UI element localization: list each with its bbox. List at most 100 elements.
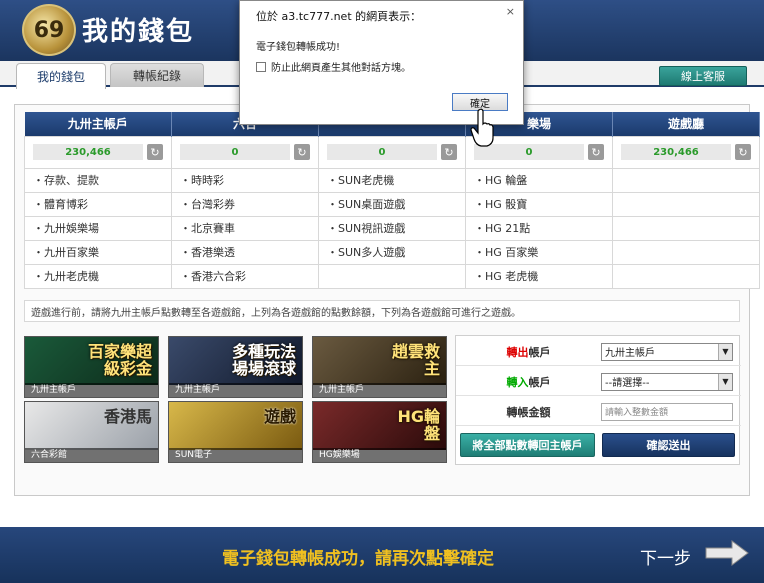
from-account-label: 轉出帳戶 [456,344,601,360]
account-header: 九卅主帳戶 [24,112,172,136]
amount-row: 轉帳金額 請輸入整數金額 [456,398,741,426]
refresh-icon[interactable]: ↻ [735,144,751,160]
table-row: ・體育博彩 ・台灣彩券 ・SUN桌面遊戲 ・HG 骰寶 [24,191,760,217]
accounts-table: 九卅主帳戶 六合 樂場 遊戲廳 230,466↻ 0↻ 0↻ 0↻ 230,46… [24,112,760,289]
balance-value: 0 [180,144,290,160]
game-tile-zhaoyun[interactable]: 趙雲救主 九卅主帳戶 [312,336,447,398]
game-tile-label: 九卅主帳戶 [169,383,302,397]
game-item: ・香港六合彩 [171,263,319,289]
game-item: ・HG 老虎機 [465,263,613,289]
game-item: ・存款、提款 [24,167,172,193]
table-row: ・九卅娛樂場 ・北京賽車 ・SUN視訊遊戲 ・HG 21點 [24,215,760,241]
account-header: 遊戲廳 [612,112,760,136]
balance-cell: 230,466 ↻ [612,135,760,169]
dropdown-arrow-icon: ▼ [718,343,732,360]
balance-cell: 0 ↻ [171,135,319,169]
balance-cell: 230,466 ↻ [24,135,172,169]
game-tile-label: HG娛樂場 [313,448,446,462]
footer-bar: 電子錢包轉帳成功，請再次點擊確定 下一步 [0,527,764,583]
table-row: ・九卅百家樂 ・香港樂透 ・SUN多人遊戲 ・HG 百家樂 [24,239,760,265]
table-row: ・存款、提款 ・時時彩 ・SUN老虎機 ・HG 輪盤 [24,167,760,193]
transfer-all-to-main-button[interactable]: 將全部點數轉回主帳戶 [460,433,595,457]
refresh-icon[interactable]: ↻ [588,144,604,160]
online-support-button[interactable]: 線上客服 [659,66,747,86]
to-account-select[interactable]: --請選擇-- ▼ [601,372,733,391]
confirm-transfer-button[interactable]: 確認送出 [602,433,735,457]
game-item: ・HG 21點 [465,215,613,241]
to-account-label: 轉入帳戶 [456,374,601,390]
game-item: ・SUN多人遊戲 [318,239,466,265]
game-item [612,167,760,193]
game-tile-title: 香港馬 [103,407,152,426]
game-item [318,263,466,289]
game-tile-label: SUN電子 [169,448,302,462]
game-tile-baccarat[interactable]: 百家樂超級彩金 九卅主帳戶 [24,336,159,398]
tab-my-wallet[interactable]: 我的錢包 [16,63,106,89]
game-tile-title: HG輪盤 [397,407,440,443]
table-row: ・九卅老虎機 ・香港六合彩 ・HG 老虎機 [24,263,760,289]
suppress-dialogs-checkbox[interactable]: 防止此網頁產生其他對話方塊。 [256,59,411,74]
game-tile-title: 遊戲 [263,407,296,426]
game-item: ・九卅百家樂 [24,239,172,265]
site-logo: 69 [22,4,76,56]
hand-cursor-icon [470,108,494,147]
balance-value: 230,466 [621,144,731,160]
refresh-icon[interactable]: ↻ [147,144,163,160]
game-item [612,215,760,241]
page-title: 我的錢包 [82,17,195,47]
game-item: ・體育博彩 [24,191,172,217]
checkbox-label: 防止此網頁產生其他對話方塊。 [271,63,411,74]
balance-value: 0 [327,144,437,160]
to-label-rest: 帳戶 [528,375,551,389]
game-item: ・SUN老虎機 [318,167,466,193]
game-tile-title: 趙雲救主 [391,342,440,378]
next-arrow-icon[interactable] [704,540,750,566]
game-item: ・九卅老虎機 [24,263,172,289]
game-item: ・HG 骰寶 [465,191,613,217]
game-tile-sun-electronic[interactable]: 遊戲 SUN電子 [168,401,303,463]
from-account-row: 轉出帳戶 九卅主帳戶 ▼ [456,338,741,366]
game-item: ・台灣彩券 [171,191,319,217]
game-tile-title: 百家樂超級彩金 [87,342,152,378]
game-item: ・時時彩 [171,167,319,193]
game-item [612,191,760,217]
to-account-row: 轉入帳戶 --請選擇-- ▼ [456,368,741,396]
game-item [612,239,760,265]
from-account-value: 九卅主帳戶 [605,348,655,359]
game-item [612,263,760,289]
amount-input[interactable]: 請輸入整數金額 [601,402,733,421]
game-item: ・香港樂透 [171,239,319,265]
transfer-notice: 遊戲進行前，請將九卅主帳戶點數轉至各遊戲館，上列為各遊戲館的點數餘額，下列為各遊… [24,300,740,322]
to-account-value: --請選擇-- [605,378,650,389]
game-item: ・HG 百家樂 [465,239,613,265]
game-tile-hk-horse[interactable]: 香港馬 六合彩館 [24,401,159,463]
from-account-select[interactable]: 九卅主帳戶 ▼ [601,342,733,361]
game-tile-label: 九卅主帳戶 [313,383,446,397]
tab-transfer-history[interactable]: 轉帳紀錄 [110,63,204,87]
next-step-label[interactable]: 下一步 [640,544,691,569]
dialog-message: 電子錢包轉帳成功! [256,42,341,53]
from-label-red: 轉出 [506,345,529,359]
game-tile-sports[interactable]: 多種玩法場場滾球 九卅主帳戶 [168,336,303,398]
balance-cell: 0 ↻ [318,135,466,169]
dropdown-arrow-icon: ▼ [718,373,732,390]
game-item: ・北京賽車 [171,215,319,241]
amount-label: 轉帳金額 [506,405,551,419]
game-tile-hg-roulette[interactable]: HG輪盤 HG娛樂場 [312,401,447,463]
game-tile-label: 六合彩館 [25,448,158,462]
alert-dialog: 位於 a3.tc777.net 的網頁表示： × 電子錢包轉帳成功! 防止此網頁… [239,0,524,125]
footer-message: 電子錢包轉帳成功，請再次點擊確定 [222,549,494,569]
balance-value: 230,466 [33,144,143,160]
refresh-icon[interactable]: ↻ [294,144,310,160]
to-label-green: 轉入 [506,375,529,389]
close-icon[interactable]: × [506,5,515,18]
dialog-title: 位於 a3.tc777.net 的網頁表示： [256,10,422,23]
game-item: ・SUN桌面遊戲 [318,191,466,217]
game-tile-title: 多種玩法場場滾球 [231,342,296,378]
game-item: ・九卅娛樂場 [24,215,172,241]
game-item: ・SUN視訊遊戲 [318,215,466,241]
checkbox-box[interactable] [256,61,266,72]
from-label-rest: 帳戶 [528,345,551,359]
refresh-icon[interactable]: ↻ [441,144,457,160]
game-tile-label: 九卅主帳戶 [25,383,158,397]
